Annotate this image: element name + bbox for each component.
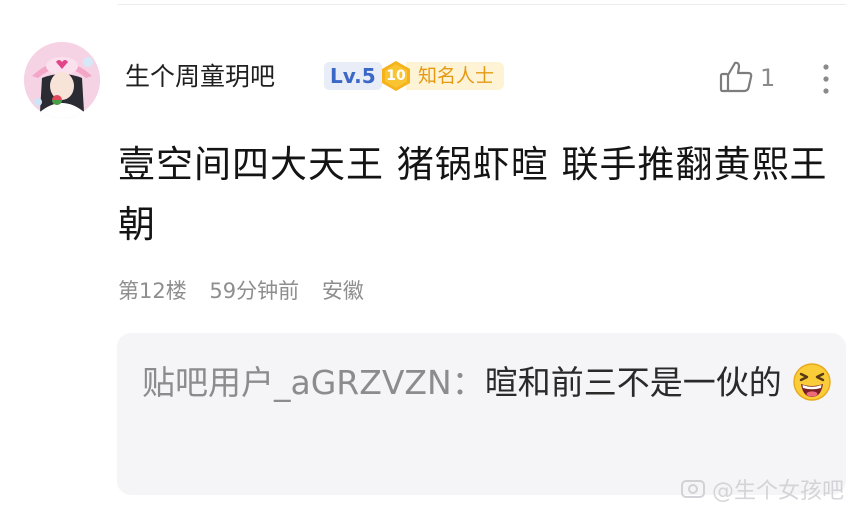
title-badge-label: 知名人士 xyxy=(406,62,505,90)
post-content: 壹空间四大天王 猪锅虾暄 联手推翻黄熙王朝 xyxy=(118,143,828,246)
reply-content: 贴吧用户_aGRZVZN：暄和前三不是一伙的 xyxy=(142,351,832,415)
medal-number: 10 xyxy=(386,68,406,84)
floor-number: 第12楼 xyxy=(118,279,187,303)
username[interactable]: 生个周童玥吧 xyxy=(125,60,275,94)
divider xyxy=(118,4,846,5)
reply-username[interactable]: 贴吧用户_aGRZVZN： xyxy=(142,363,485,402)
reply-text: 暄和前三不是一伙的 xyxy=(484,363,782,402)
post-time: 59分钟前 xyxy=(209,279,300,303)
watermark: @生个女孩吧 xyxy=(680,474,844,504)
camera-icon xyxy=(680,478,706,500)
watermark-text: @生个女孩吧 xyxy=(712,479,845,504)
like-count: 1 xyxy=(760,64,776,92)
more-vertical-icon[interactable] xyxy=(816,60,836,98)
avatar[interactable] xyxy=(24,42,100,118)
medal-icon: 10 xyxy=(380,60,412,92)
avatar-image xyxy=(24,42,100,118)
post-meta: 第12楼 59分钟前 安徽 xyxy=(118,276,380,306)
title-badge: 10 知名人士 xyxy=(380,60,505,92)
thumbs-up-icon[interactable] xyxy=(717,58,755,96)
comment-card: 生个周童玥吧 Lv.5 10 知名人士 1 壹空间四大天王 猪锅虾暄 联手推翻黄… xyxy=(0,0,863,513)
grinning-squint-emoji xyxy=(792,359,832,401)
level-badge: Lv.5 xyxy=(324,62,382,90)
reply-preview[interactable]: 贴吧用户_aGRZVZN：暄和前三不是一伙的 xyxy=(117,333,846,495)
post-location: 安徽 xyxy=(321,279,364,303)
